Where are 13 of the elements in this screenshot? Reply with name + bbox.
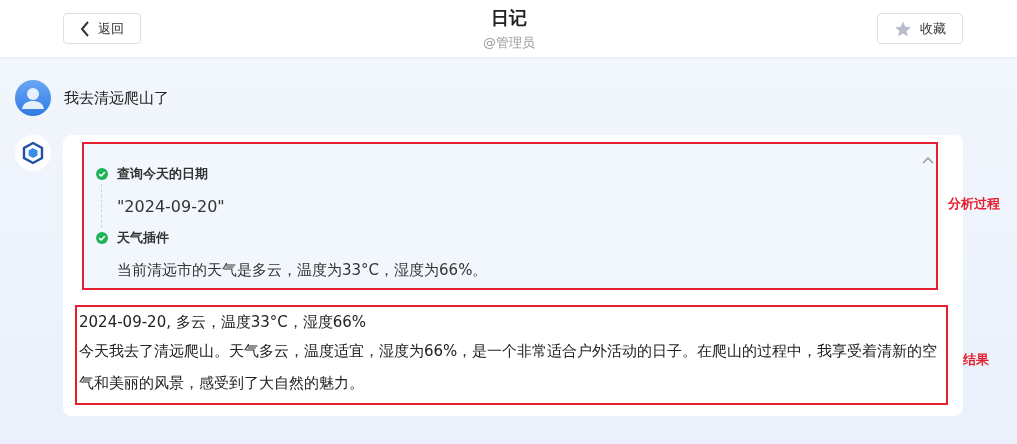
user-message: 我去清远爬山了 [64, 88, 169, 108]
annotation-label: 结果 [963, 351, 989, 369]
step-output: "2024-09-20" [117, 196, 225, 216]
page-subtitle: @管理员 [483, 33, 535, 52]
step-title: 查询今天的日期 [117, 165, 208, 183]
page-title: 日记 [491, 5, 527, 30]
step-output: 当前清远市的天气是多云，温度为33°C，湿度为66%。 [117, 260, 488, 280]
result-text: 今天我去了清远爬山。天气多云，温度适宜，湿度为66%，是一个非常适合户外活动的日子。在爬山的过程中，我享受着清新的空气和美丽的风景，感受到了大自然的魅力。 [79, 341, 939, 394]
step-title: 天气插件 [117, 229, 169, 247]
annotation-label: 分析过程 [948, 195, 1000, 213]
favorite-button[interactable]: 收藏 [877, 13, 963, 44]
result-summary: 2024-09-20, 多云，温度33°C，湿度66% [79, 312, 368, 333]
back-button[interactable]: 返回 [63, 13, 141, 44]
